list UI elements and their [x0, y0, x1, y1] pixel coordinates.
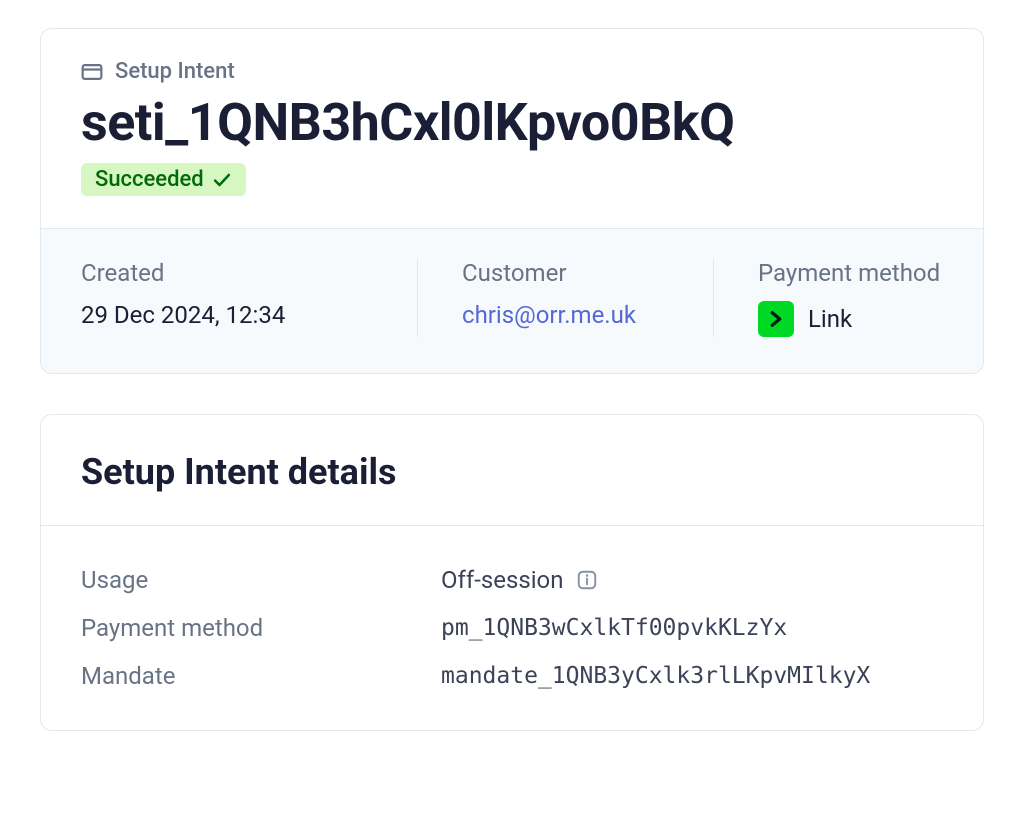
payment-method-label: Payment method [758, 259, 940, 287]
check-icon [212, 170, 232, 190]
details-header: Setup Intent details [41, 415, 983, 526]
details-title: Setup Intent details [81, 451, 943, 493]
status-label: Succeeded [95, 167, 204, 192]
detail-row-usage: Usage Off-session [81, 556, 943, 604]
page: Setup Intent seti_1QNB3hCxl0lKpvo0BkQ Su… [0, 0, 1024, 799]
setup-intent-details-card: Setup Intent details Usage Off-session [40, 414, 984, 731]
object-type: Setup Intent [81, 59, 943, 84]
object-type-label: Setup Intent [115, 59, 235, 84]
mandate-value: mandate_1QNB3yCxlk3rlLKpvMIlkyX [441, 663, 870, 689]
info-icon[interactable] [576, 569, 598, 591]
summary-customer: Customer chris@orr.me.uk [417, 259, 713, 337]
detail-row-payment-method: Payment method pm_1QNB3wCxlkTf00pvkKLzYx [81, 604, 943, 652]
detail-row-mandate: Mandate mandate_1QNB3yCxlk3rlLKpvMIlkyX [81, 652, 943, 700]
setup-intent-summary-card: Setup Intent seti_1QNB3hCxl0lKpvo0BkQ Su… [40, 28, 984, 374]
details-body: Usage Off-session Payment method pm_1QNB… [41, 526, 983, 730]
setup-intent-id: seti_1QNB3hCxl0lKpvo0BkQ [81, 94, 943, 151]
card-icon [81, 61, 103, 83]
status-badge: Succeeded [81, 163, 246, 196]
pm-label: Payment method [81, 614, 441, 642]
summary-row: Created 29 Dec 2024, 12:34 Customer chri… [41, 228, 983, 373]
pm-value: pm_1QNB3wCxlkTf00pvkKLzYx [441, 615, 787, 641]
usage-text: Off-session [441, 566, 564, 594]
card-header: Setup Intent seti_1QNB3hCxl0lKpvo0BkQ Su… [41, 29, 983, 228]
link-brand-icon [758, 301, 794, 337]
created-value: 29 Dec 2024, 12:34 [81, 301, 373, 329]
usage-label: Usage [81, 566, 441, 594]
usage-value: Off-session [441, 566, 598, 594]
created-label: Created [81, 259, 373, 287]
payment-method-name: Link [808, 305, 852, 333]
payment-method-value: Link [758, 301, 940, 337]
customer-label: Customer [462, 259, 669, 287]
summary-created: Created 29 Dec 2024, 12:34 [81, 259, 417, 337]
mandate-label: Mandate [81, 662, 441, 690]
customer-link[interactable]: chris@orr.me.uk [462, 301, 669, 329]
summary-payment-method: Payment method Link [713, 259, 984, 337]
